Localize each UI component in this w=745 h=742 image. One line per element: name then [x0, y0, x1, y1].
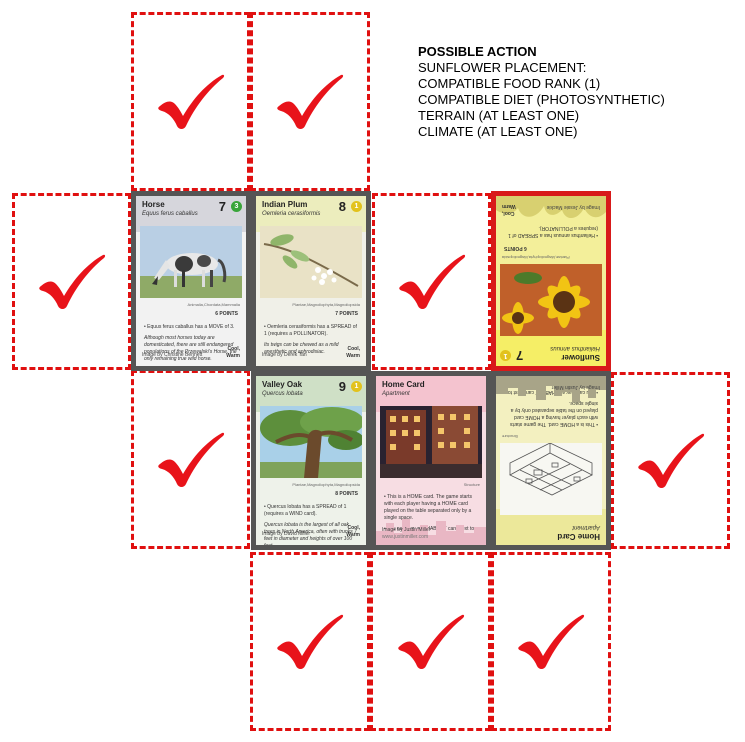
card-taxa: Plantae,Magnoliophyta,Magnoliopsida [292, 482, 360, 487]
diet-badge: 1 [500, 350, 511, 361]
placement-slot-r1c0[interactable] [12, 193, 131, 370]
placement-slot-r3c3[interactable] [370, 552, 491, 731]
placement-slot-r2c5[interactable] [611, 372, 730, 549]
card-points: 6 POINTS [215, 311, 238, 317]
card-home-player2[interactable]: Home Card Apartment Structure • This is … [491, 371, 611, 550]
checkmark-icon [38, 253, 106, 311]
card-valley-oak[interactable]: Valley Oak Quercus lobata 9 1 Plantae,Ma… [251, 371, 371, 550]
placement-slot-r1c3[interactable] [372, 193, 491, 370]
checkmark-icon [398, 253, 466, 311]
apartment-sketch-image [500, 443, 602, 515]
apartment-image [380, 406, 482, 478]
card-credit: Image by Justin Miller [551, 384, 600, 390]
card-points: 8 POINTS [335, 491, 358, 497]
card-latin: Quercus lobata [262, 391, 303, 397]
info-line: SUNFLOWER PLACEMENT: [418, 60, 587, 75]
food-rank: 9 [338, 379, 346, 394]
sunflower-image [500, 264, 602, 336]
card-name: Horse [142, 200, 165, 209]
card-taxa: Animalia,Chordata,Mammalia [187, 302, 240, 307]
checkmark-icon [397, 613, 465, 671]
card-climate: Cool, Warm [346, 346, 360, 359]
food-rank: 7 [516, 348, 524, 363]
card-taxa: Plantae,Magnoliophyta,Magnoliopsida [502, 255, 570, 260]
card-credit: Image by Justin Miller [382, 527, 431, 533]
placement-slot-r3c2[interactable] [250, 552, 370, 731]
checkmark-icon [517, 613, 585, 671]
info-line: TERRAIN (AT LEAST ONE) [418, 108, 580, 123]
checkmark-icon [276, 613, 344, 671]
food-rank: 7 [218, 199, 226, 214]
checkmark-icon [157, 431, 225, 489]
card-credit: Image by Christine Bennett [142, 352, 203, 358]
card-latin: Apartment [382, 391, 410, 397]
card-ability: • Quercus lobata has a SPREAD of 1 (requ… [264, 504, 347, 517]
city-silhouette [496, 376, 606, 406]
card-credit: Image by Jessie Mackie [546, 204, 600, 210]
card-tag: Structure [463, 482, 480, 487]
checkmark-icon [276, 73, 344, 131]
card-taxa: Plantae,Magnoliophyta,Magnoliopsida [292, 302, 360, 307]
placement-slot-r3c4[interactable] [491, 552, 611, 731]
diet-badge: 3 [231, 201, 242, 212]
card-latin: Oemleria cerasiformis [262, 211, 321, 217]
card-ability: • Equus ferus caballus has a MOVE of 3. [144, 324, 235, 330]
card-latin: Apartment [572, 524, 600, 530]
card-credit: Image by Derek Tan [262, 352, 307, 358]
card-name: Valley Oak [262, 380, 303, 389]
card-ability: • Oemleria cerasiformis has a SPREAD of … [264, 324, 357, 337]
diet-badge: 1 [351, 201, 362, 212]
card-name: Indian Plum [262, 200, 308, 209]
placement-slot-r2c1[interactable] [131, 370, 250, 549]
checkmark-icon [157, 73, 225, 131]
card-credit: Image by David Miller [262, 531, 311, 537]
card-points: 6 POINTS [504, 245, 527, 251]
card-horse[interactable]: Horse Equus ferus caballus 7 3 Animalia,… [131, 191, 251, 371]
card-latin: Equus ferus caballus [142, 211, 198, 217]
info-line: COMPATIBLE FOOD RANK (1) [418, 76, 601, 91]
card-points: 7 POINTS [335, 311, 358, 317]
card-indian-plum[interactable]: Indian Plum Oemleria cerasiformis 8 1 Pl… [251, 191, 371, 371]
card-latin: Helianthus annuus [550, 345, 600, 351]
card-name: Home Card [557, 532, 600, 541]
card-name: Home Card [382, 380, 425, 389]
diet-badge: 1 [351, 381, 362, 392]
action-info: POSSIBLE ACTION SUNFLOWER PLACEMENT: COM… [418, 44, 665, 140]
info-line: CLIMATE (AT LEAST ONE) [418, 124, 578, 139]
indian-plum-image [260, 226, 362, 298]
card-climate: Cool, Warm [502, 203, 516, 216]
card-name: Sunflower [561, 353, 600, 362]
card-climate: Cool, Warm [346, 525, 360, 538]
card-home-player1[interactable]: Home Card Apartment Structure • This is … [371, 371, 491, 550]
card-sunflower[interactable]: Sunflower Helianthus annuus 7 1 Plantae, [491, 191, 611, 371]
placement-slot-r0c2[interactable] [250, 12, 370, 191]
checkmark-icon [637, 432, 705, 490]
placement-slot-r0c1[interactable] [131, 12, 250, 191]
card-url: www.justinmiller.com [382, 534, 429, 540]
card-tag: Structure [502, 434, 519, 439]
valley-oak-image [260, 406, 362, 478]
info-title: POSSIBLE ACTION [418, 44, 537, 59]
card-ability: • Helianthus annuus has a SPREAD of 1 (r… [508, 225, 598, 238]
food-rank: 8 [338, 199, 346, 214]
horse-image [140, 226, 242, 298]
info-line: COMPATIBLE DIET (PHOTOSYNTHETIC) [418, 92, 665, 107]
card-climate: Cool, Warm [226, 346, 240, 359]
